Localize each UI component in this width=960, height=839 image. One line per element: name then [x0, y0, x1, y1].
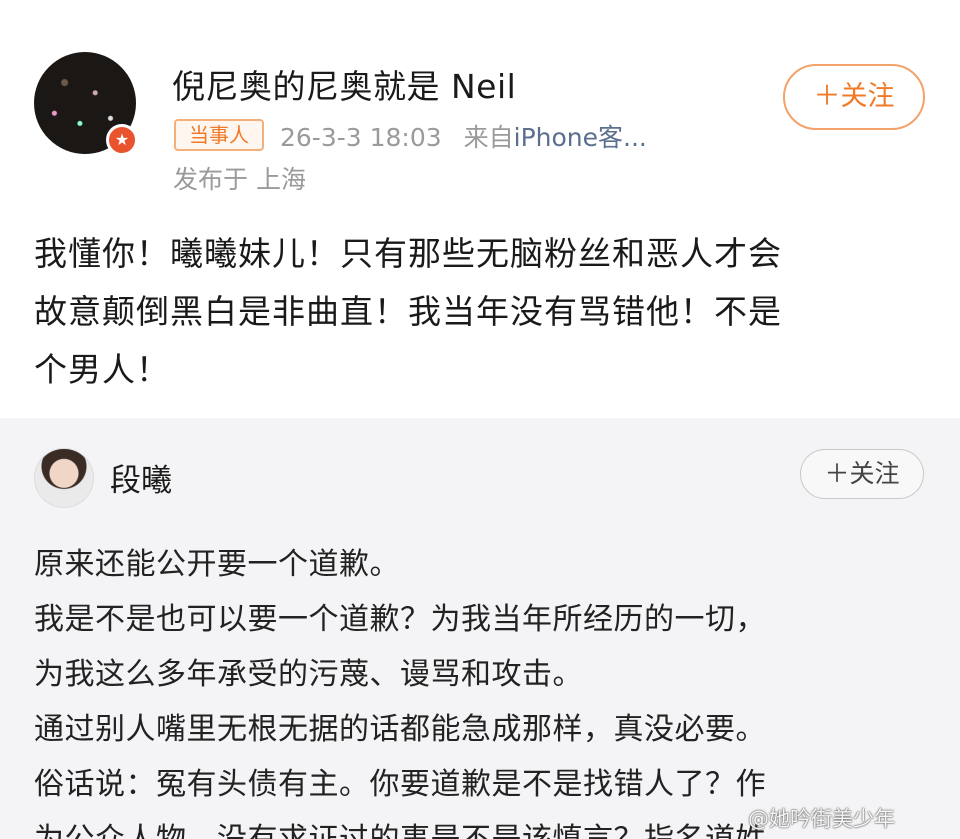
post-text-line: 故意颠倒黑白是非曲直！我当年没有骂错他！不是 [34, 292, 782, 331]
quoted-text: 原来还能公开要一个道歉。 我是不是也可以要一个道歉？为我当年所经历的一切， 为我… [34, 537, 934, 839]
post-time: 26-3-3 18:03 [280, 123, 442, 152]
author-name[interactable]: 倪尼奥的尼奥就是 Neil [172, 60, 516, 108]
post-location: 发布于 上海 [173, 165, 306, 194]
verified-badge-icon: ★ [106, 124, 138, 156]
quoted-text-line: 原来还能公开要一个道歉。 [34, 547, 400, 582]
source-prefix: 来自 [463, 123, 514, 152]
quoted-text-line: 通过别人嘴里无根无据的话都能急成那样，真没必要。 [34, 712, 766, 747]
post-text-line: 我懂你！曦曦妹儿！只有那些无脑粉丝和恶人才会 [34, 234, 782, 273]
party-tag: 当事人 [174, 119, 264, 151]
quoted-follow-button[interactable]: ＋关注 [800, 449, 924, 499]
post-text: 我懂你！曦曦妹儿！只有那些无脑粉丝和恶人才会 故意颠倒黑白是非曲直！我当年没有骂… [34, 225, 914, 399]
follow-button[interactable]: ＋关注 [783, 64, 925, 130]
post-source[interactable]: iPhone客... [514, 123, 647, 152]
quoted-author-avatar[interactable] [34, 448, 94, 508]
quoted-text-line: 我是不是也可以要一个道歉？为我当年所经历的一切， [34, 602, 766, 637]
post-text-line: 个男人！ [34, 350, 170, 389]
quoted-author-name[interactable]: 段曦 [110, 455, 172, 500]
watermark: @她吟街美少年 [748, 807, 895, 831]
quoted-text-line: 为我这么多年承受的污蔑、谩骂和攻击。 [34, 657, 583, 692]
post-meta: 26-3-3 18:03 来自iPhone客... [280, 118, 647, 154]
